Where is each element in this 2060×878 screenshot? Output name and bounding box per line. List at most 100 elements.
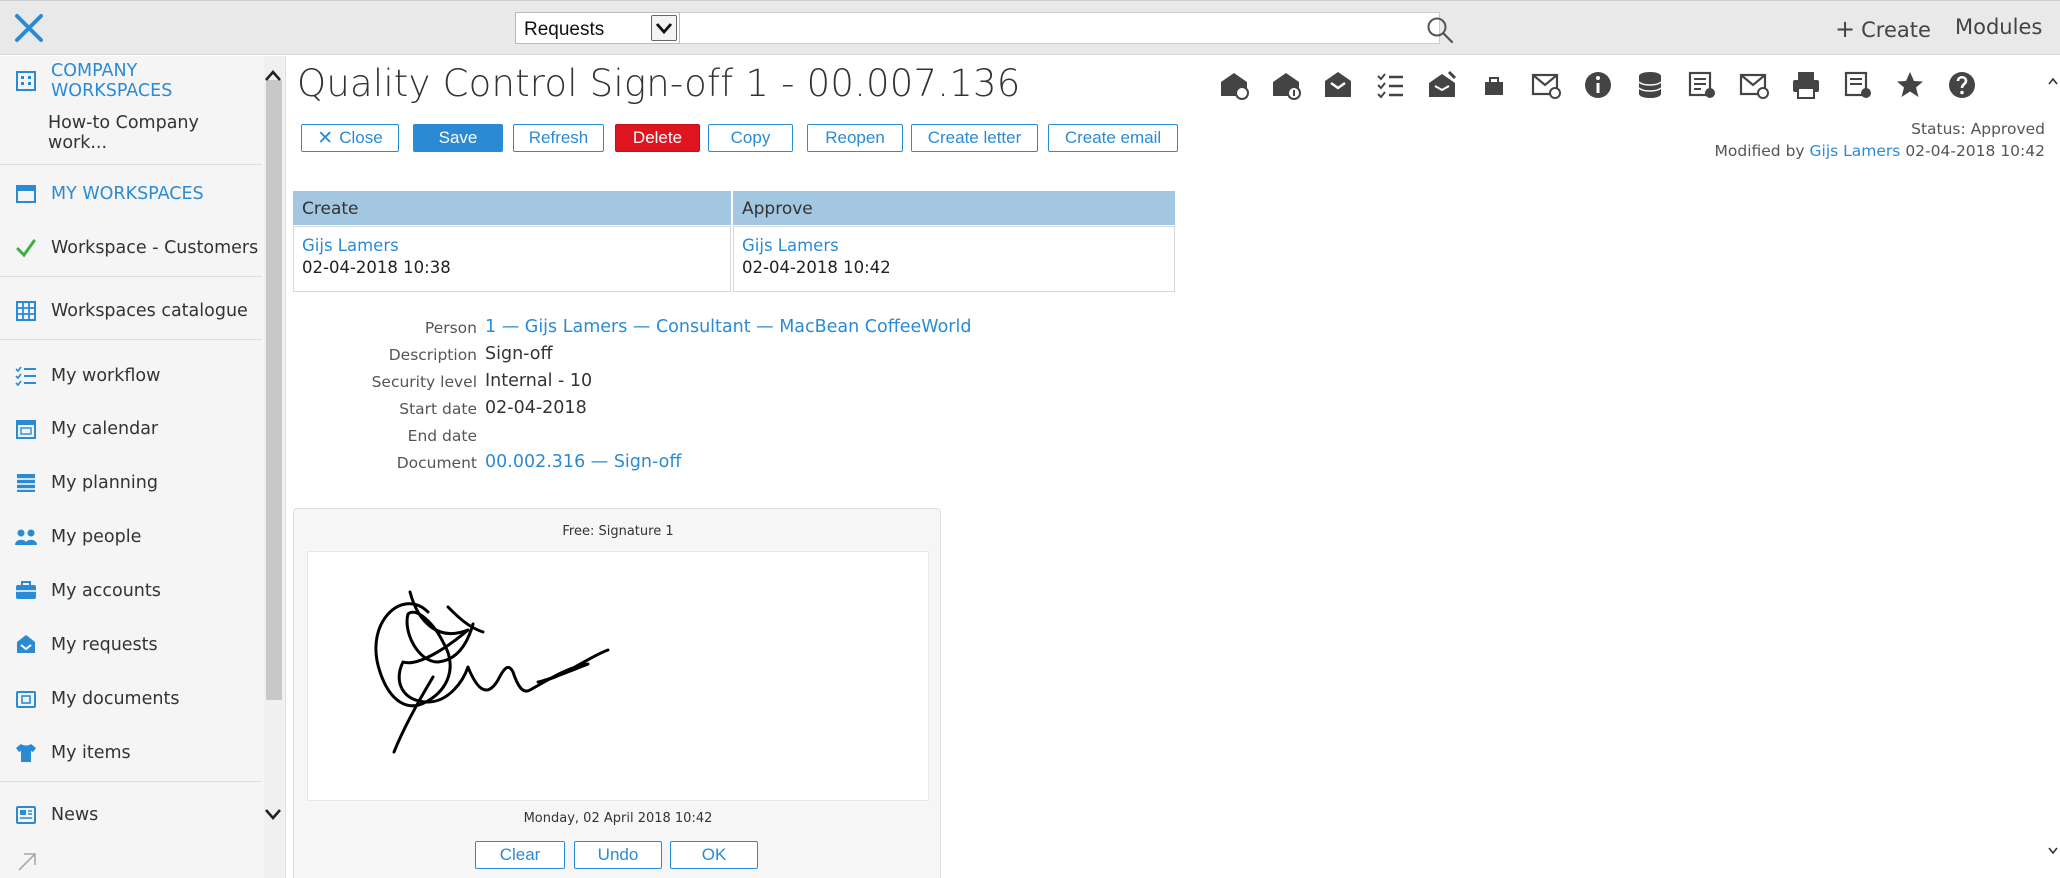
help-icon[interactable] bbox=[1945, 68, 1979, 102]
mail-settings-icon[interactable] bbox=[1737, 68, 1771, 102]
envelope-info-icon[interactable] bbox=[1269, 68, 1303, 102]
sidebar-item-label: MY WORKSPACES bbox=[51, 184, 204, 204]
reopen-button[interactable]: Reopen bbox=[807, 124, 903, 152]
toolbox-icon[interactable] bbox=[1477, 68, 1511, 102]
document-link[interactable]: 00.002.316 — Sign-off bbox=[485, 452, 681, 472]
create-date: 02-04-2018 10:38 bbox=[302, 258, 451, 277]
mail-add-icon[interactable] bbox=[1529, 68, 1563, 102]
sidebar-item-my-planning[interactable]: My planning bbox=[0, 458, 262, 508]
signature-title: Free: Signature 1 bbox=[562, 524, 674, 539]
sidebar-item-label: My people bbox=[51, 527, 142, 547]
signature-panel: Free: Signature 1 Monday, 02 April 2018 … bbox=[293, 508, 941, 878]
envelope-edit-icon[interactable] bbox=[1425, 68, 1459, 102]
save-button[interactable]: Save bbox=[413, 124, 503, 152]
sidebar-item-label: My documents bbox=[51, 689, 180, 709]
checkmark-icon bbox=[16, 239, 36, 258]
app-window: Requests + Create Modules COMPANY WORKSPA… bbox=[0, 0, 2060, 878]
sidebar-item-my-accounts[interactable]: My accounts bbox=[0, 566, 262, 616]
info-icon[interactable] bbox=[1581, 68, 1615, 102]
envelope-open-icon[interactable] bbox=[1321, 68, 1355, 102]
chevron-down-icon[interactable] bbox=[651, 15, 677, 41]
approval-cell-approve: Gijs Lamers 02-04-2018 10:42 bbox=[733, 226, 1175, 292]
chevron-down-icon[interactable] bbox=[263, 808, 283, 822]
sidebar-scroll-thumb[interactable] bbox=[266, 80, 282, 700]
sidebar-divider bbox=[0, 276, 262, 277]
scroll-up-icon[interactable] bbox=[2048, 76, 2058, 86]
module-select[interactable]: Requests bbox=[515, 12, 680, 44]
sidebar-item-my-people[interactable]: My people bbox=[0, 512, 262, 562]
approver-link[interactable]: Gijs Lamers bbox=[742, 235, 1166, 257]
ok-signature-button[interactable]: OK bbox=[670, 841, 758, 869]
report-icon[interactable] bbox=[1685, 68, 1719, 102]
modified-at: 02-04-2018 10:42 bbox=[1905, 142, 2045, 160]
copy-button[interactable]: Copy bbox=[708, 124, 793, 152]
request-icon bbox=[17, 635, 35, 653]
envelope-settings-icon[interactable] bbox=[1217, 68, 1251, 102]
refresh-button[interactable]: Refresh bbox=[513, 124, 604, 152]
person-label: Person bbox=[424, 319, 477, 337]
create-email-button[interactable]: Create email bbox=[1048, 124, 1178, 152]
sidebar-item-label: My accounts bbox=[51, 581, 161, 601]
main-content: Quality Control Sign-off 1 - 00.007.136 … bbox=[287, 56, 2060, 878]
security-level-label: Security level bbox=[371, 373, 477, 391]
description-label: Description bbox=[388, 346, 477, 364]
sidebar-item-workspace-customers[interactable]: Workspace - Customers bbox=[0, 223, 262, 273]
undo-signature-button[interactable]: Undo bbox=[574, 841, 662, 869]
sidebar-item-howto[interactable]: How-to Company work... bbox=[0, 108, 262, 158]
sidebar-item-company-workspaces[interactable]: COMPANY WORKSPACES bbox=[0, 56, 262, 106]
signature-canvas[interactable] bbox=[307, 551, 929, 801]
sidebar-item-my-calendar[interactable]: My calendar bbox=[0, 404, 262, 454]
scroll-down-icon[interactable] bbox=[2048, 846, 2058, 856]
sidebar-item-label: My calendar bbox=[51, 419, 159, 439]
start-date-value: 02-04-2018 bbox=[485, 398, 587, 418]
sidebar-item-news[interactable]: News bbox=[0, 790, 262, 840]
creator-link[interactable]: Gijs Lamers bbox=[302, 235, 722, 257]
sidebar-item-label: How-to Company work... bbox=[48, 113, 199, 153]
sidebar-item-label: My planning bbox=[51, 473, 158, 493]
create-button[interactable]: + Create bbox=[1835, 15, 1931, 43]
create-label: Create bbox=[1861, 18, 1931, 42]
document-icon bbox=[16, 691, 36, 708]
person-link[interactable]: 1 — Gijs Lamers — Consultant — MacBean C… bbox=[485, 317, 971, 337]
shirt-icon bbox=[16, 744, 36, 762]
sidebar-divider bbox=[0, 339, 262, 340]
report-export-icon[interactable] bbox=[1841, 68, 1875, 102]
clear-signature-button[interactable]: Clear bbox=[475, 841, 565, 869]
sidebar-item-label: Workspaces catalogue bbox=[51, 301, 248, 321]
signature-drawing bbox=[374, 590, 610, 754]
sidebar-item-label: My requests bbox=[51, 635, 158, 655]
close-icon: ✕ bbox=[317, 127, 334, 149]
close-button[interactable]: ✕ Close bbox=[301, 124, 399, 152]
window-icon bbox=[16, 185, 36, 203]
sidebar-item-my-items[interactable]: My items bbox=[0, 728, 262, 778]
end-date-label: End date bbox=[407, 427, 477, 445]
search-input[interactable] bbox=[680, 12, 1440, 44]
sidebar-item-label: Workspace - Customers bbox=[51, 238, 259, 258]
sidebar-item-my-workflow[interactable]: My workflow bbox=[0, 351, 262, 401]
sidebar-item-my-documents[interactable]: My documents bbox=[0, 674, 262, 724]
database-icon[interactable] bbox=[1633, 68, 1667, 102]
building-icon bbox=[16, 71, 36, 91]
expand-arrow-icon[interactable] bbox=[16, 851, 38, 873]
sidebar-item-label: My workflow bbox=[51, 366, 161, 386]
description-value: Sign-off bbox=[485, 344, 553, 364]
close-app-icon[interactable] bbox=[12, 11, 46, 45]
approval-cell-create: Gijs Lamers 02-04-2018 10:38 bbox=[293, 226, 731, 292]
plus-icon: + bbox=[1835, 15, 1856, 43]
sidebar-item-my-workspaces[interactable]: MY WORKSPACES bbox=[0, 169, 262, 219]
delete-button[interactable]: Delete bbox=[615, 124, 700, 152]
chevron-up-icon[interactable] bbox=[263, 68, 283, 82]
sidebar-item-workspaces-catalogue[interactable]: Workspaces catalogue bbox=[0, 286, 262, 336]
sidebar-divider bbox=[0, 781, 262, 782]
checklist-icon[interactable] bbox=[1373, 68, 1407, 102]
search-icon[interactable] bbox=[1425, 15, 1455, 45]
briefcase-icon bbox=[16, 581, 36, 599]
sidebar-item-my-requests[interactable]: My requests bbox=[0, 620, 262, 670]
printer-icon[interactable] bbox=[1789, 68, 1823, 102]
modified-by-link[interactable]: Gijs Lamers bbox=[1810, 142, 1901, 160]
modules-button[interactable]: Modules bbox=[1955, 15, 2042, 39]
create-letter-button[interactable]: Create letter bbox=[911, 124, 1038, 152]
security-level-value: Internal - 10 bbox=[485, 371, 593, 391]
star-icon[interactable] bbox=[1893, 68, 1927, 102]
grid-icon bbox=[16, 301, 36, 321]
